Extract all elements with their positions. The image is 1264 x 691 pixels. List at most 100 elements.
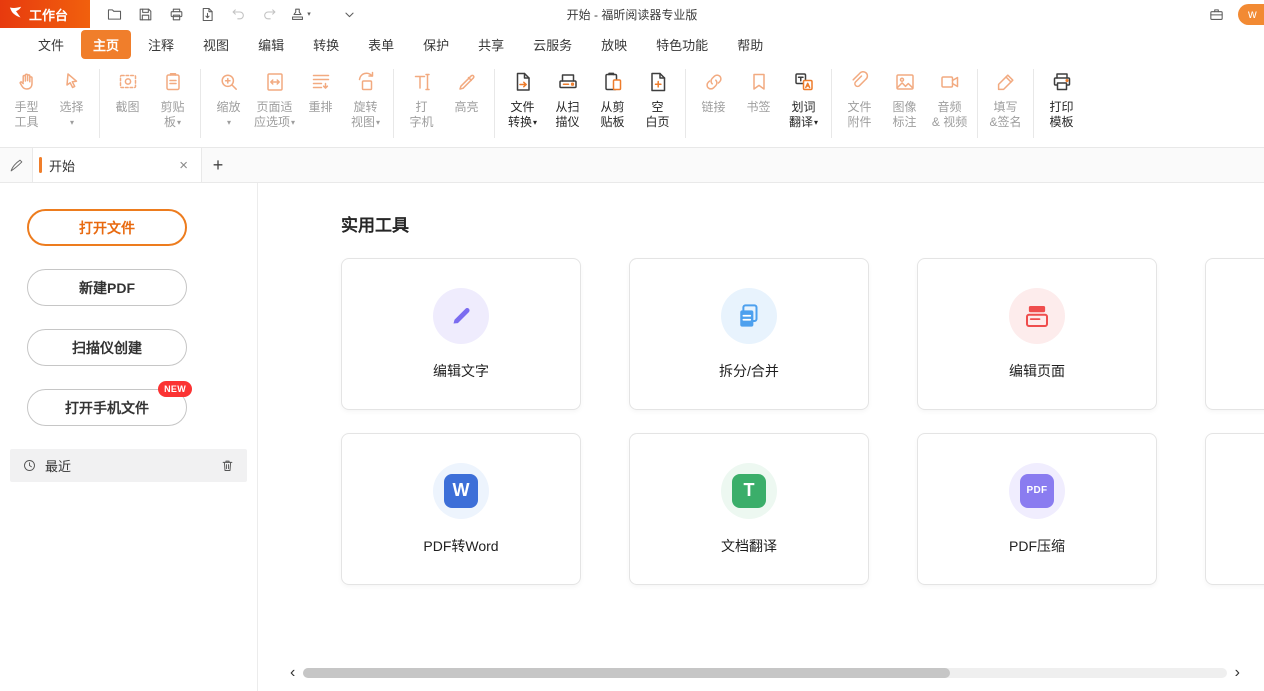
- ribbon-item-fill-sign[interactable]: 填写 &签名: [983, 60, 1028, 147]
- menu-tab-convert[interactable]: 转换: [301, 30, 351, 59]
- briefcase-icon[interactable]: [1202, 2, 1230, 26]
- menu-tab-home[interactable]: 主页: [81, 30, 131, 59]
- card-edit-pages[interactable]: 编辑页面: [917, 258, 1157, 410]
- menu-tab-form[interactable]: 表单: [356, 30, 406, 59]
- menu-tab-view[interactable]: 视图: [191, 30, 241, 59]
- new-tab-button[interactable]: +: [202, 148, 234, 182]
- card-edit-text[interactable]: 编辑文字: [341, 258, 581, 410]
- section-title: 实用工具: [341, 211, 1264, 236]
- from-scanner-icon: [554, 68, 582, 96]
- ribbon-item-clipboard[interactable]: 剪贴 板▾: [150, 60, 195, 147]
- card-partial[interactable]: [1205, 433, 1264, 585]
- ribbon-item-label: 图像 标注: [893, 100, 917, 129]
- redo-icon[interactable]: [255, 2, 283, 26]
- ribbon-item-label: 从剪 贴板: [601, 100, 625, 129]
- ribbon-item-label: 打印 模板: [1050, 100, 1074, 129]
- sidebar: 打开文件 新建PDF 扫描仪创建 打开手机文件 NEW 最近: [0, 183, 258, 691]
- ribbon-item-blank-page[interactable]: 空 白页: [635, 60, 680, 147]
- menu-tab-help[interactable]: 帮助: [725, 30, 775, 59]
- ribbon-item-label: 链接: [702, 100, 726, 114]
- menu-tab-protect[interactable]: 保护: [411, 30, 461, 59]
- ribbon-item-rotate-view[interactable]: 旋转 视图▾: [343, 60, 388, 147]
- word-letter: W: [444, 474, 478, 508]
- ribbon-item-from-clipboard[interactable]: 从剪 贴板: [590, 60, 635, 147]
- scroll-left-icon[interactable]: ‹: [290, 665, 295, 681]
- ribbon-item-zoom[interactable]: 缩放 ▾: [206, 60, 251, 147]
- open-folder-icon[interactable]: [100, 2, 128, 26]
- ribbon-item-label: 打 字机: [410, 100, 434, 129]
- menu-tab-comment[interactable]: 注释: [136, 30, 186, 59]
- ribbon-item-highlight[interactable]: 高亮: [444, 60, 489, 147]
- ribbon-item-label: 重排: [309, 100, 333, 114]
- ribbon-item-select[interactable]: 选择 ▾: [49, 60, 94, 147]
- account-label: w: [1248, 7, 1257, 21]
- ribbon-item-typewriter[interactable]: 打 字机: [399, 60, 444, 147]
- workspace-button[interactable]: 工作台: [0, 0, 90, 28]
- new-pdf-button[interactable]: 新建PDF: [27, 269, 187, 306]
- dropdown-caret-icon: ▾: [533, 118, 537, 128]
- ribbon-item-snapshot[interactable]: 截图: [105, 60, 150, 147]
- active-tab-indicator: [39, 157, 42, 173]
- ribbon-item-bookmark[interactable]: 书签: [736, 60, 781, 147]
- open-file-button[interactable]: 打开文件: [27, 209, 187, 246]
- ribbon-item-link[interactable]: 链接: [691, 60, 736, 147]
- scanner-create-label: 扫描仪创建: [72, 338, 142, 358]
- translate-doc-icon: T: [721, 463, 777, 519]
- menu-tab-features[interactable]: 特色功能: [644, 30, 720, 59]
- account-button[interactable]: w: [1238, 4, 1264, 25]
- ribbon-group-tools: 手型 工具 选择 ▾: [4, 60, 94, 147]
- ribbon-group-insert: 文件 附件 图像 标注 音频 & 视频: [837, 60, 972, 147]
- export-icon[interactable]: [193, 2, 221, 26]
- ribbon-group-print: 打印 模板: [1039, 60, 1084, 147]
- undo-icon[interactable]: [224, 2, 252, 26]
- ribbon-item-translate[interactable]: 划词 翻译▾: [781, 60, 826, 147]
- ribbon-item-from-scanner[interactable]: 从扫 描仪: [545, 60, 590, 147]
- tab-start[interactable]: 开始 ×: [32, 148, 202, 182]
- ribbon-divider: [831, 69, 832, 138]
- ribbon-item-hand-tool[interactable]: 手型 工具: [4, 60, 49, 147]
- highlight-icon: [453, 68, 481, 96]
- ribbon-group-sign: 填写 &签名: [983, 60, 1028, 147]
- image-annotate-icon: [891, 68, 919, 96]
- collapse-ribbon-icon[interactable]: [335, 2, 363, 26]
- menu-tab-edit[interactable]: 编辑: [246, 30, 296, 59]
- scrollbar-thumb[interactable]: [303, 668, 949, 678]
- open-phone-file-button[interactable]: 打开手机文件 NEW: [27, 389, 187, 426]
- ribbon-item-image-annotate[interactable]: 图像 标注: [882, 60, 927, 147]
- ribbon-item-file-convert[interactable]: 文件 转换▾: [500, 60, 545, 147]
- ribbon-item-reflow[interactable]: 重排: [298, 60, 343, 147]
- ribbon-item-label: 手型 工具: [14, 100, 38, 129]
- ribbon-group-view: 缩放 ▾ 页面适 应选项▾ 重排 旋转 视图▾: [206, 60, 388, 147]
- save-icon[interactable]: [131, 2, 159, 26]
- card-doc-translate[interactable]: T 文档翻译: [629, 433, 869, 585]
- ribbon-item-audio-video[interactable]: 音频 & 视频: [927, 60, 972, 147]
- menu-tab-file[interactable]: 文件: [26, 30, 76, 59]
- ribbon-divider: [200, 69, 201, 138]
- scrollbar-track[interactable]: [303, 668, 1226, 678]
- scanner-create-button[interactable]: 扫描仪创建: [27, 329, 187, 366]
- card-pdf-compress[interactable]: PDF PDF压缩: [917, 433, 1157, 585]
- ribbon-item-attachment[interactable]: 文件 附件: [837, 60, 882, 147]
- horizontal-scrollbar: ‹ ›: [290, 665, 1240, 681]
- menu-tab-cloud[interactable]: 云服务: [521, 30, 584, 59]
- trash-icon[interactable]: [220, 458, 235, 473]
- menu-tab-share[interactable]: 共享: [466, 30, 516, 59]
- close-icon[interactable]: ×: [176, 156, 191, 175]
- ribbon-group-create: 文件 转换▾ 从扫 描仪 从剪 贴板 空 白页: [500, 60, 680, 147]
- print-template-icon: [1048, 68, 1076, 96]
- main-area: 打开文件 新建PDF 扫描仪创建 打开手机文件 NEW 最近 实用工具: [0, 183, 1264, 691]
- menu-tab-slideshow[interactable]: 放映: [589, 30, 639, 59]
- card-pdf-to-word[interactable]: W PDF转Word: [341, 433, 581, 585]
- card-partial[interactable]: [1205, 258, 1264, 410]
- card-split-merge[interactable]: 拆分/合并: [629, 258, 869, 410]
- workspace-label: 工作台: [29, 5, 68, 24]
- print-icon[interactable]: [162, 2, 190, 26]
- pen-nib-icon[interactable]: [0, 148, 32, 182]
- title-bar: 工作台 ▾ 开始 - 福昕阅读器专业版: [0, 0, 1264, 28]
- scroll-right-icon[interactable]: ›: [1235, 665, 1240, 681]
- ribbon-item-fit-page[interactable]: 页面适 应选项▾: [251, 60, 298, 147]
- stamp-tool-icon[interactable]: ▾: [286, 2, 314, 26]
- ribbon-item-label: 缩放: [216, 100, 240, 114]
- ribbon-item-print-template[interactable]: 打印 模板: [1039, 60, 1084, 147]
- recent-section[interactable]: 最近: [10, 449, 247, 482]
